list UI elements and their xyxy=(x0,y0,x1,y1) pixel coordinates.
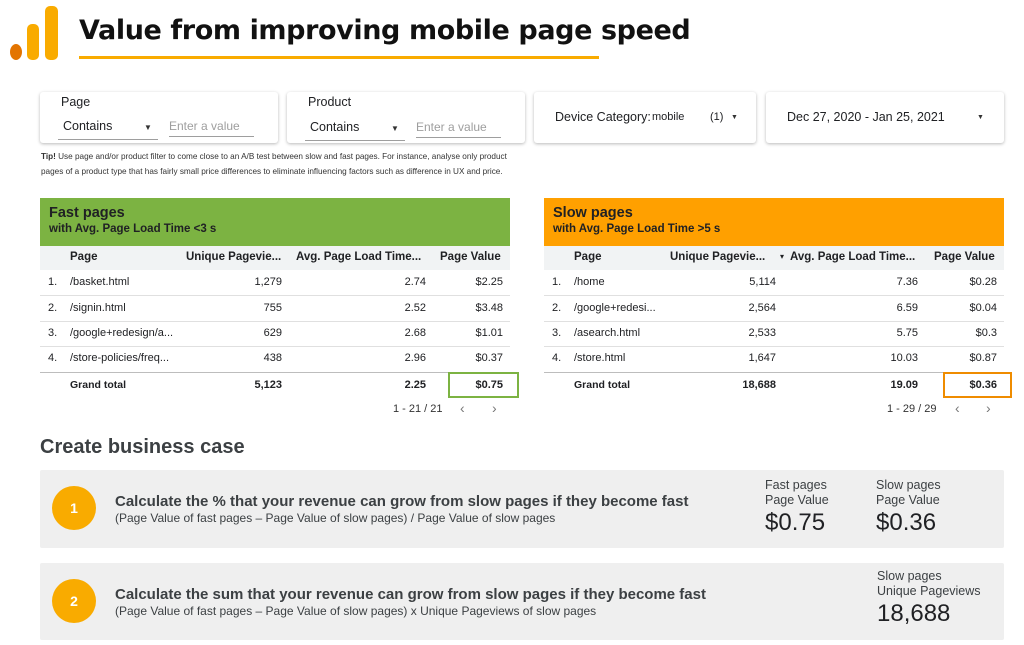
chevron-right-icon[interactable]: › xyxy=(986,400,991,416)
product-filter-label: Product xyxy=(308,95,352,109)
kpi-label: Slow pages Page Value xyxy=(876,478,941,507)
device-category-value: mobile xyxy=(652,111,685,123)
title-underline xyxy=(79,56,599,59)
slow-table-pagination: 1 - 29 / 29 xyxy=(887,403,937,415)
kpi-label: Slow pages Unique Pageviews xyxy=(877,569,981,598)
step-number-badge: 1 xyxy=(52,486,96,530)
slow-total-highlight xyxy=(943,372,1012,398)
product-filter-card: Product Contains ▼ xyxy=(287,92,525,143)
chevron-right-icon[interactable]: › xyxy=(492,400,497,416)
fast-total-highlight xyxy=(448,372,519,398)
kpi-fast-page-value: $0.75 xyxy=(765,509,826,536)
slow-pages-subtitle: with Avg. Page Load Time >5 s xyxy=(553,223,721,235)
chevron-down-icon[interactable]: ▼ xyxy=(977,114,984,121)
page-title: Value from improving mobile page speed xyxy=(79,15,691,46)
date-range-value: Dec 27, 2020 - Jan 25, 2021 xyxy=(787,110,945,124)
column-header-avg-load-time[interactable]: Avg. Page Load Time... xyxy=(296,251,426,263)
step-formula: (Page Value of fast pages – Page Value o… xyxy=(115,511,556,525)
section-title: Create business case xyxy=(40,436,245,458)
column-header-page-value[interactable]: Page Value xyxy=(440,251,501,263)
fast-pages-header: Fast pages with Avg. Page Load Time <3 s xyxy=(40,198,510,246)
chevron-left-icon[interactable]: ‹ xyxy=(955,400,960,416)
page-filter-input[interactable] xyxy=(169,119,254,137)
column-header-unique-pageviews[interactable]: Unique Pagevie... xyxy=(670,251,770,263)
product-filter-operator[interactable]: Contains xyxy=(310,120,359,134)
product-filter-input[interactable] xyxy=(416,120,501,138)
kpi-slow-unique-pageviews: 18,688 xyxy=(877,600,951,627)
slow-pages-header: Slow pages with Avg. Page Load Time >5 s xyxy=(544,198,1004,246)
business-case-step-1: 1 Calculate the % that your revenue can … xyxy=(40,470,1004,548)
chevron-left-icon[interactable]: ‹ xyxy=(460,400,465,416)
step-heading: Calculate the % that your revenue can gr… xyxy=(115,493,689,510)
chevron-down-icon[interactable]: ▼ xyxy=(144,123,152,132)
sort-desc-icon[interactable]: ▾ xyxy=(780,252,784,261)
device-category-count: (1) xyxy=(710,111,724,123)
fast-pages-subtitle: with Avg. Page Load Time <3 s xyxy=(49,223,217,235)
page-filter-card: Page Contains ▼ xyxy=(40,92,278,143)
fast-pages-title: Fast pages xyxy=(49,205,125,221)
chevron-down-icon[interactable]: ▼ xyxy=(731,114,738,121)
step-formula: (Page Value of fast pages – Page Value o… xyxy=(115,604,597,618)
page-filter-label: Page xyxy=(61,95,91,109)
fast-table-pagination: 1 - 21 / 21 xyxy=(393,403,443,415)
slow-pages-title: Slow pages xyxy=(553,205,633,221)
date-range-picker[interactable]: Dec 27, 2020 - Jan 25, 2021 ▼ xyxy=(766,92,1004,143)
column-header-unique-pageviews[interactable]: Unique Pagevie... xyxy=(186,251,286,263)
kpi-slow-page-value: $0.36 xyxy=(876,509,937,536)
fast-pages-table: Page Unique Pagevie... Avg. Page Load Ti… xyxy=(40,246,519,398)
device-category-label: Device Category: xyxy=(555,110,651,124)
business-case-step-2: 2 Calculate the sum that your revenue ca… xyxy=(40,563,1004,640)
column-header-page[interactable]: Page xyxy=(70,251,98,263)
column-header-page-value[interactable]: Page Value xyxy=(934,251,995,263)
tip-text: Tip! Use page and/or product filter to c… xyxy=(41,152,507,176)
chevron-down-icon[interactable]: ▼ xyxy=(391,124,399,133)
kpi-label: Fast pages Page Value xyxy=(765,478,829,507)
step-heading: Calculate the sum that your revenue can … xyxy=(115,586,706,603)
column-header-page[interactable]: Page xyxy=(574,251,602,263)
page-filter-operator[interactable]: Contains xyxy=(63,119,112,133)
device-category-filter[interactable]: Device Category: mobile (1) ▼ xyxy=(534,92,756,143)
column-header-avg-load-time[interactable]: Avg. Page Load Time... xyxy=(790,251,920,263)
step-number-badge: 2 xyxy=(52,579,96,623)
slow-pages-table: Page Unique Pagevie... ▾ Avg. Page Load … xyxy=(544,246,1012,398)
